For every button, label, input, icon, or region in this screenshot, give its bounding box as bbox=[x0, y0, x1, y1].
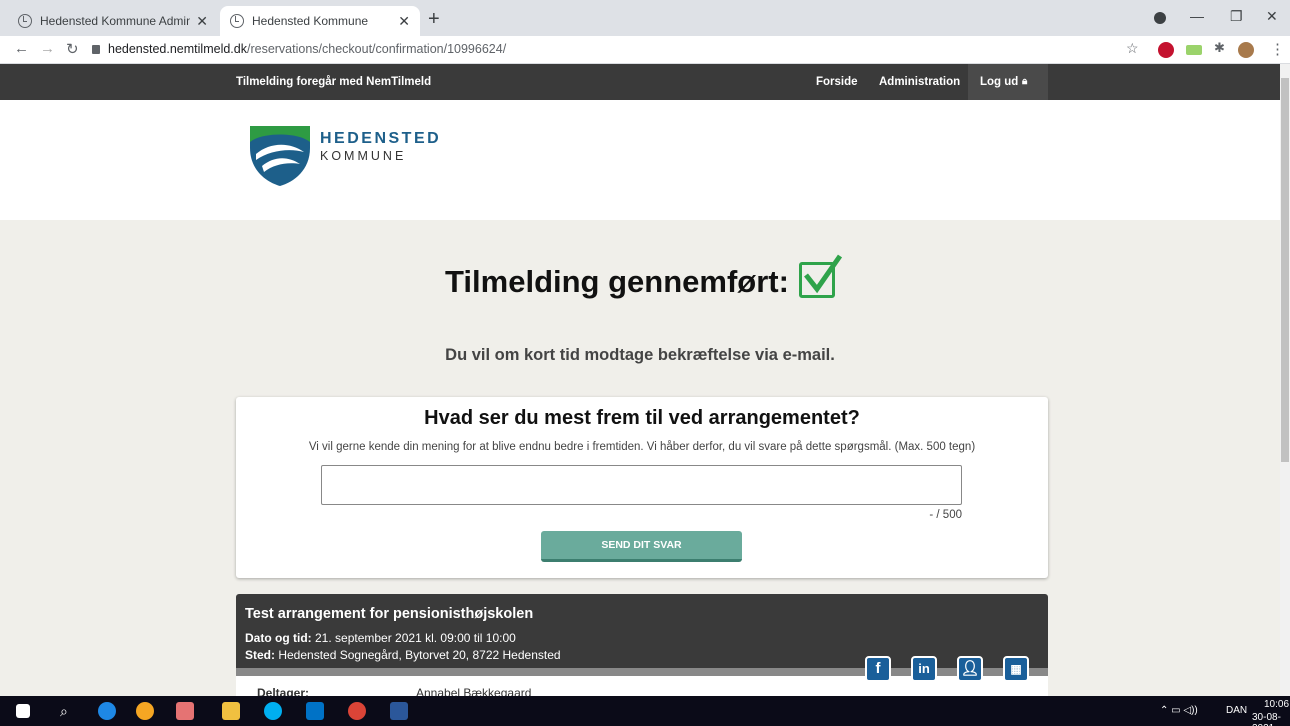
app-icon[interactable] bbox=[136, 702, 154, 720]
lock-icon: 🔒︎ bbox=[1022, 76, 1028, 87]
confirmation-subtitle: Du vil om kort tid modtage bekræftelse v… bbox=[445, 346, 835, 364]
language-indicator[interactable]: DAN bbox=[1226, 705, 1247, 716]
tab-admin[interactable]: Hedensted Kommune Administra ✕ bbox=[8, 6, 218, 36]
clock-time[interactable]: 10:06 bbox=[1264, 699, 1289, 710]
add-calendar-icon[interactable]: ▦ bbox=[1003, 656, 1029, 682]
hedensted-logo[interactable]: HEDENSTED KOMMUNE bbox=[248, 124, 462, 190]
logout-button[interactable]: Log ud 🔒︎ bbox=[968, 64, 1048, 100]
profile-dot-icon[interactable] bbox=[1154, 12, 1166, 24]
clock-icon bbox=[230, 14, 244, 28]
event-date-label: Dato og tid: bbox=[245, 631, 312, 645]
close-window-button[interactable]: ✕ bbox=[1266, 8, 1278, 25]
tray-icons[interactable]: ⌃ ▭ ◁)) bbox=[1160, 705, 1198, 716]
tab-title: Hedensted Kommune bbox=[252, 14, 369, 28]
hedensted-shield-icon bbox=[250, 126, 310, 186]
clock-date[interactable]: 30-08-2021 bbox=[1252, 712, 1290, 726]
outlook-icon[interactable] bbox=[306, 702, 324, 720]
back-icon[interactable]: ← bbox=[14, 40, 29, 57]
tab-hedensted[interactable]: Hedensted Kommune ✕ bbox=[220, 6, 420, 36]
logo-word-hedensted: HEDENSTED bbox=[320, 130, 442, 147]
bookmark-star-icon[interactable]: ☆ bbox=[1126, 40, 1139, 57]
survey-answer-input[interactable] bbox=[321, 465, 962, 505]
file-explorer-icon[interactable] bbox=[222, 702, 240, 720]
lock-icon bbox=[92, 45, 100, 54]
survey-description: Vi vil gerne kende din mening for at bli… bbox=[308, 441, 976, 453]
linkedin-icon[interactable]: in bbox=[911, 656, 937, 682]
clock-icon bbox=[18, 14, 32, 28]
avatar[interactable] bbox=[1238, 42, 1254, 58]
tab-title: Hedensted Kommune Administra bbox=[40, 14, 191, 28]
puzzle-icon[interactable]: ✱ bbox=[1214, 40, 1225, 56]
search-icon[interactable]: ⌕ bbox=[60, 703, 68, 720]
menu-icon[interactable]: ⋮ bbox=[1270, 40, 1285, 58]
page-title: Tilmelding gennemført: bbox=[0, 254, 1280, 300]
event-place: Sted: Hedensted Sognegård, Bytorvet 20, … bbox=[245, 648, 561, 662]
site-brand-text: Tilmelding foregår med NemTilmeld bbox=[236, 76, 432, 88]
skype-icon[interactable] bbox=[264, 702, 282, 720]
word-icon[interactable] bbox=[390, 702, 408, 720]
page-title-text: Tilmelding gennemført: bbox=[445, 264, 789, 299]
ublock-icon[interactable] bbox=[1158, 42, 1174, 58]
survey-card: Hvad ser du mest frem til ved arrangemen… bbox=[236, 397, 1048, 578]
nav-administration[interactable]: Administration bbox=[879, 76, 960, 88]
close-icon[interactable]: ✕ bbox=[196, 13, 208, 30]
event-place-label: Sted: bbox=[245, 648, 275, 662]
nav-forside[interactable]: Forside bbox=[816, 76, 858, 88]
snipping-tool-icon[interactable] bbox=[176, 702, 194, 720]
url-field[interactable]: hedensted.nemtilmeld.dk/reservations/che… bbox=[108, 42, 506, 56]
close-icon[interactable]: ✕ bbox=[398, 13, 410, 30]
survey-question: Hvad ser du mest frem til ved arrangemen… bbox=[424, 407, 860, 429]
add-contact-icon[interactable]: 👤︎ bbox=[957, 656, 983, 682]
event-place-value: Hedensted Sognegård, Bytorvet 20, 8722 H… bbox=[278, 648, 561, 662]
scrollbar-thumb[interactable] bbox=[1281, 78, 1289, 462]
logo-area: HEDENSTED KOMMUNE bbox=[0, 100, 1280, 220]
site-header: Tilmelding foregår med NemTilmeld Forsid… bbox=[0, 64, 1280, 100]
extension-icon[interactable] bbox=[1186, 45, 1202, 55]
browser-tab-bar: Hedensted Kommune Administra ✕ Hedensted… bbox=[0, 0, 1290, 36]
event-title: Test arrangement for pensionisthøjskolen bbox=[245, 606, 534, 622]
address-bar-row: ← → ↻ hedensted.nemtilmeld.dk/reservatio… bbox=[0, 36, 1290, 64]
logout-label: Log ud bbox=[980, 76, 1019, 88]
checkmark-icon bbox=[798, 254, 842, 298]
forward-icon[interactable]: → bbox=[40, 40, 55, 57]
edge-icon[interactable] bbox=[98, 702, 116, 720]
windows-taskbar: ⌕ ⌃ ▭ ◁)) DAN 10:06 30-08-2021 bbox=[0, 696, 1290, 726]
chrome-icon[interactable] bbox=[348, 702, 366, 720]
restore-button[interactable]: ❐ bbox=[1230, 8, 1243, 25]
minimize-button[interactable]: — bbox=[1190, 8, 1204, 24]
send-answer-button[interactable]: SEND DIT SVAR bbox=[541, 531, 742, 562]
event-date: Dato og tid: 21. september 2021 kl. 09:0… bbox=[245, 631, 516, 645]
new-tab-button[interactable]: + bbox=[428, 8, 440, 31]
character-counter: - / 500 bbox=[929, 509, 962, 521]
reload-icon[interactable]: ↻ bbox=[66, 40, 79, 58]
facebook-icon[interactable]: f bbox=[865, 656, 891, 682]
logo-word-kommune: KOMMUNE bbox=[320, 149, 407, 163]
windows-start-icon[interactable] bbox=[16, 704, 30, 718]
event-date-value: 21. september 2021 kl. 09:00 til 10:00 bbox=[315, 631, 516, 645]
event-card: Test arrangement for pensionisthøjskolen… bbox=[236, 594, 1048, 700]
